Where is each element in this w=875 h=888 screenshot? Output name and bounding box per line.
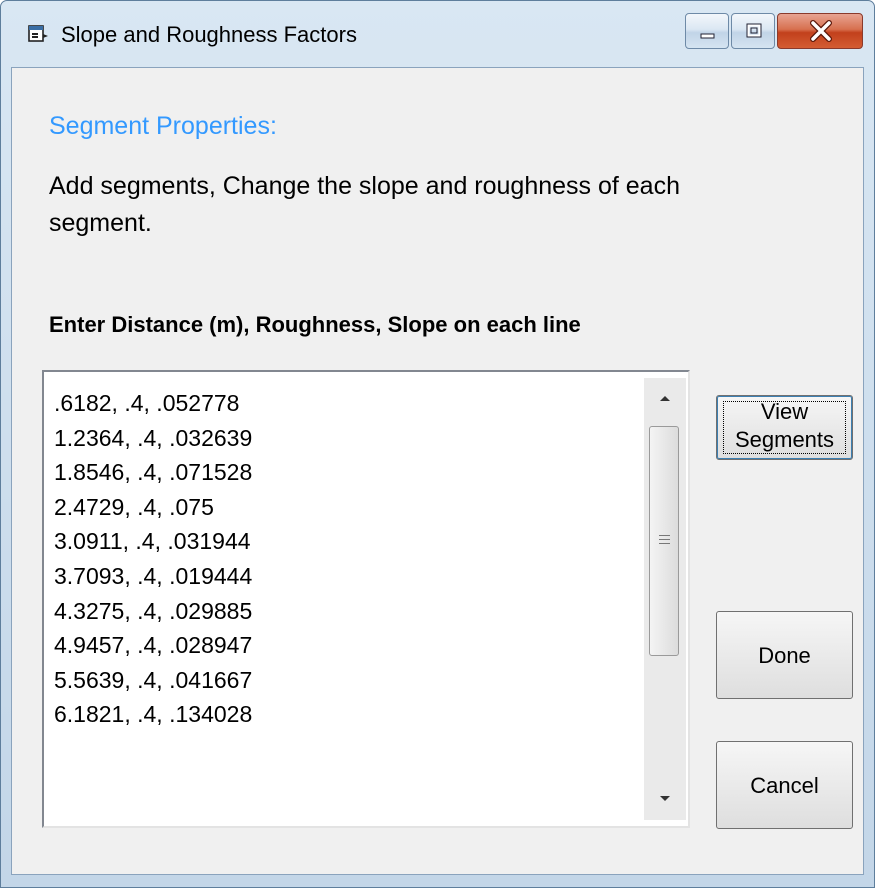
minimize-icon (700, 33, 715, 39)
grip-line (659, 535, 670, 536)
list-item[interactable]: 1.2364, .4, .032639 (54, 421, 644, 456)
description-text: Add segments, Change the slope and rough… (49, 172, 680, 237)
focus-rectangle (723, 401, 846, 454)
grip-line (659, 543, 670, 544)
scrollbar-thumb[interactable] (649, 426, 679, 656)
segments-listbox[interactable]: .6182, .4, .052778 1.2364, .4, .032639 1… (42, 370, 690, 828)
window-title: Slope and Roughness Factors (61, 22, 357, 47)
maximize-button[interactable] (731, 13, 775, 49)
list-item[interactable]: 3.0911, .4, .031944 (54, 524, 644, 559)
list-item[interactable]: 4.3275, .4, .029885 (54, 594, 644, 629)
list-item[interactable]: 6.1821, .4, .134028 (54, 697, 644, 732)
list-item[interactable]: .6182, .4, .052778 (54, 386, 644, 421)
close-button[interactable] (777, 13, 863, 49)
minimize-button[interactable] (685, 13, 729, 49)
window-app-icon (28, 25, 48, 42)
maximize-icon (746, 23, 762, 38)
view-segments-button[interactable]: View Segments (716, 395, 853, 460)
scroll-down-arrow-icon[interactable] (644, 780, 686, 820)
title-bar[interactable]: Slope and Roughness Factors (1, 1, 874, 67)
grip-line (659, 539, 670, 540)
close-icon (810, 20, 832, 42)
list-item[interactable]: 2.4729, .4, .075 (54, 490, 644, 525)
list-item[interactable]: 3.7093, .4, .019444 (54, 559, 644, 594)
segments-list: .6182, .4, .052778 1.2364, .4, .032639 1… (54, 386, 644, 732)
list-item[interactable]: 1.8546, .4, .071528 (54, 455, 644, 490)
list-item[interactable]: 4.9457, .4, .028947 (54, 628, 644, 663)
cancel-button[interactable]: Cancel (716, 741, 853, 829)
list-item[interactable]: 5.5639, .4, .041667 (54, 663, 644, 698)
vertical-scrollbar[interactable] (644, 378, 686, 820)
instruction-label: Enter Distance (m), Roughness, Slope on … (49, 312, 581, 337)
done-button[interactable]: Done (716, 611, 853, 699)
section-heading: Segment Properties: (49, 112, 277, 140)
scroll-up-arrow-icon[interactable] (644, 378, 686, 418)
